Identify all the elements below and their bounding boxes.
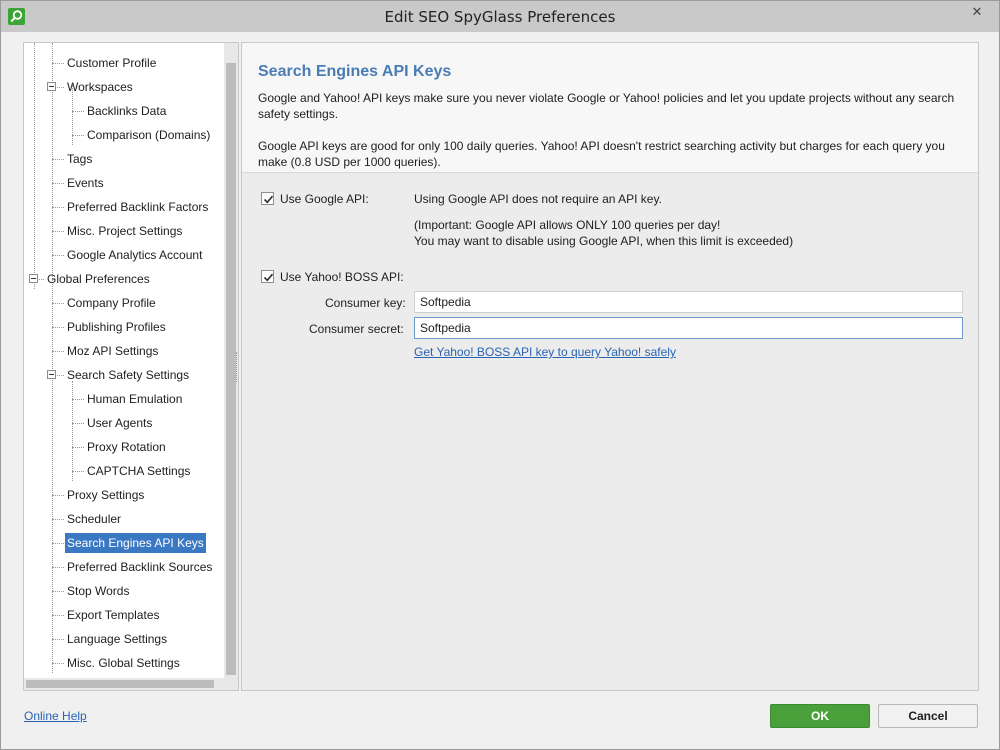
use-google-api-label[interactable]: Use Google API:: [280, 192, 369, 206]
page-title: Search Engines API Keys: [258, 63, 452, 80]
tree-connector-line: [72, 111, 84, 112]
tree-item-captcha-settings[interactable]: CAPTCHA Settings: [85, 461, 192, 481]
tree-connector-line: [72, 399, 84, 400]
tree-item-search-safety-settings[interactable]: Search Safety Settings: [65, 365, 191, 385]
tree-connector-line: [52, 567, 64, 568]
tree-item-backlinks-data[interactable]: Backlinks Data: [85, 101, 168, 121]
consumer-key-label: Consumer key:: [325, 296, 406, 310]
tree-item-preferred-backlink-factors[interactable]: Preferred Backlink Factors: [65, 197, 210, 217]
tree-item-company-profile[interactable]: Company Profile: [65, 293, 158, 313]
tree-item-google-analytics-account[interactable]: Google Analytics Account: [65, 245, 204, 265]
collapse-toggle-icon[interactable]: [29, 274, 38, 283]
tree-item-export-templates[interactable]: Export Templates: [65, 605, 162, 625]
tree-connector-line: [52, 351, 64, 352]
google-api-warning: (Important: Google API allows ONLY 100 q…: [414, 218, 721, 232]
tree-item-proxy-settings[interactable]: Proxy Settings: [65, 485, 146, 505]
consumer-secret-label: Consumer secret:: [309, 322, 404, 336]
consumer-key-input[interactable]: Softpedia: [414, 291, 963, 313]
description-api-keys: Google and Yahoo! API keys make sure you…: [258, 91, 955, 121]
google-api-info: Using Google API does not require an API…: [414, 192, 662, 206]
tree-connector-line: [52, 183, 64, 184]
tree-vertical-scroll-thumb[interactable]: [226, 63, 236, 675]
collapse-toggle-icon[interactable]: [47, 370, 56, 379]
tree-guide-line: [72, 381, 73, 481]
tree-connector-line: [72, 423, 84, 424]
preferences-window: Edit SEO SpyGlass Preferences ✕ Customer…: [0, 0, 1000, 750]
tree-connector-line: [72, 447, 84, 448]
tree-connector-line: [52, 591, 64, 592]
tree-item-misc-project-settings[interactable]: Misc. Project Settings: [65, 221, 184, 241]
tree-item-proxy-rotation[interactable]: Proxy Rotation: [85, 437, 168, 457]
tree-item-moz-api-settings[interactable]: Moz API Settings: [65, 341, 160, 361]
title-bar[interactable]: Edit SEO SpyGlass Preferences ✕: [1, 1, 999, 32]
checkmark-icon: [263, 273, 274, 282]
panel-header: Search Engines API Keys Google and Yahoo…: [242, 43, 978, 173]
get-yahoo-key-link[interactable]: Get Yahoo! BOSS API key to query Yahoo! …: [414, 345, 676, 359]
google-api-warning-note: You may want to disable using Google API…: [414, 234, 794, 248]
use-yahoo-api-label[interactable]: Use Yahoo! BOSS API:: [280, 270, 404, 284]
online-help-link[interactable]: Online Help: [24, 709, 87, 723]
description-limits: Google API keys are good for only 100 da…: [258, 139, 945, 169]
close-icon[interactable]: ✕: [963, 2, 991, 22]
tree-connector-line: [52, 519, 64, 520]
dialog-client: Customer Profile Workspaces Backlinks Data…: [9, 32, 991, 743]
use-yahoo-api-checkbox[interactable]: [261, 270, 274, 283]
tree-item-scheduler[interactable]: Scheduler: [65, 509, 123, 529]
tree-item-global-preferences[interactable]: Global Preferences: [45, 269, 152, 289]
tree-item-publishing-profiles[interactable]: Publishing Profiles: [65, 317, 168, 337]
tree-connector-line: [52, 327, 64, 328]
ok-button[interactable]: OK: [770, 704, 870, 728]
tree-connector-line: [52, 231, 64, 232]
tree-connector-line: [52, 663, 64, 664]
collapse-toggle-icon[interactable]: [47, 82, 56, 91]
tree-guide-line: [34, 43, 35, 289]
tree-connector-line: [52, 543, 64, 544]
tree-connector-line: [52, 255, 64, 256]
pane-splitter[interactable]: [236, 352, 239, 382]
tree-item-comparison-domains[interactable]: Comparison (Domains): [85, 125, 212, 145]
tree-item-customer-profile[interactable]: Customer Profile: [65, 53, 158, 73]
tree-horizontal-scroll-thumb[interactable]: [26, 680, 214, 688]
tree-connector-line: [52, 207, 64, 208]
preferences-tree: Customer Profile Workspaces Backlinks Data…: [23, 42, 239, 691]
cancel-button[interactable]: Cancel: [878, 704, 978, 728]
settings-panel: Search Engines API Keys Google and Yahoo…: [241, 42, 979, 691]
tree-connector-line: [52, 303, 64, 304]
tree-connector-line: [72, 471, 84, 472]
tree-connector-line: [52, 159, 64, 160]
use-google-api-checkbox[interactable]: [261, 192, 274, 205]
tree-item-tags[interactable]: Tags: [65, 149, 94, 169]
checkmark-icon: [263, 195, 274, 204]
tree-item-workspaces[interactable]: Workspaces: [65, 77, 135, 97]
tree-connector-line: [52, 63, 64, 64]
tree-item-preferred-backlink-sources[interactable]: Preferred Backlink Sources: [65, 557, 214, 577]
tree-guide-line: [52, 43, 53, 673]
tree-item-human-emulation[interactable]: Human Emulation: [85, 389, 184, 409]
window-title: Edit SEO SpyGlass Preferences: [384, 8, 616, 26]
tree-connector-line: [72, 135, 84, 136]
consumer-secret-input[interactable]: Softpedia: [414, 317, 963, 339]
tree-connector-line: [52, 615, 64, 616]
tree-item-stop-words[interactable]: Stop Words: [65, 581, 131, 601]
tree-item-events[interactable]: Events: [65, 173, 106, 193]
tree-item-user-agents[interactable]: User Agents: [85, 413, 154, 433]
tree-connector-line: [52, 495, 64, 496]
tree-item-search-engines-api-keys[interactable]: Search Engines API Keys: [65, 533, 206, 553]
tree-connector-line: [52, 639, 64, 640]
tree-item-language-settings[interactable]: Language Settings: [65, 629, 169, 649]
tree-horizontal-scrollbar[interactable]: [24, 678, 238, 690]
tree-item-misc-global-settings[interactable]: Misc. Global Settings: [65, 653, 182, 673]
